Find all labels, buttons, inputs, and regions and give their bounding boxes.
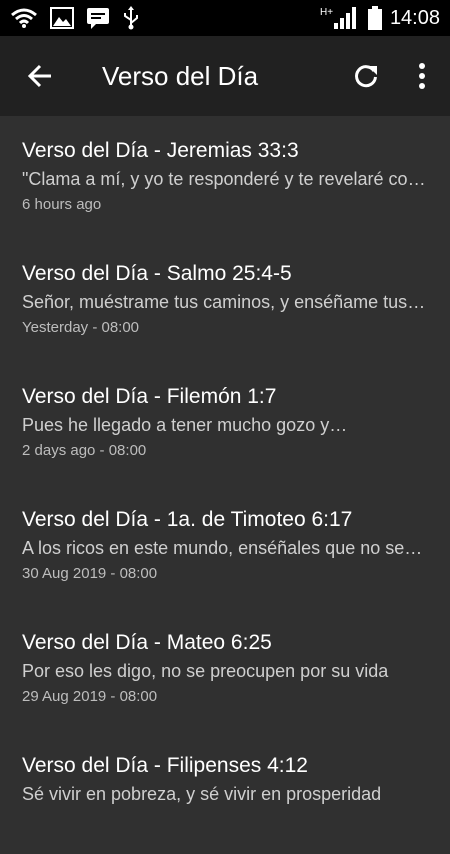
page-title: Verso del Día bbox=[102, 60, 259, 91]
app-bar: Verso del Día bbox=[0, 36, 450, 116]
verse-list: Verso del Día - Jeremias 33:3 "Clama a m… bbox=[0, 116, 450, 854]
wifi-icon bbox=[10, 7, 38, 29]
system-icons: H+ 14:08 bbox=[312, 5, 440, 31]
verse-title: Verso del Día - 1a. de Timoteo 6:17 bbox=[22, 508, 353, 531]
list-item[interactable]: Verso del Día - Filipenses 4:12 Sé vivir… bbox=[0, 731, 450, 854]
verse-time: 2 days ago - 08:00 bbox=[22, 442, 147, 459]
verse-snippet: Por eso les digo, no se preocupen por su… bbox=[22, 661, 389, 681]
verse-time: 29 Aug 2019 - 08:00 bbox=[22, 688, 158, 705]
back-arrow-icon bbox=[27, 64, 51, 88]
verse-time: 30 Aug 2019 - 08:00 bbox=[22, 565, 158, 582]
refresh-icon bbox=[355, 65, 377, 88]
verse-title: Verso del Día - Filipenses 4:12 bbox=[22, 754, 308, 777]
verse-time: Yesterday - 08:00 bbox=[22, 319, 140, 336]
verse-title: Verso del Día - Jeremias 33:3 bbox=[22, 139, 299, 162]
status-bar: H+ 14:08 bbox=[0, 0, 450, 36]
verse-title: Verso del Día - Salmo 25:4-5 bbox=[22, 262, 292, 285]
list-item[interactable]: Verso del Día - Salmo 25:4-5 Señor, mués… bbox=[0, 239, 450, 362]
clock: 14:08 bbox=[389, 6, 440, 29]
more-options-button[interactable] bbox=[394, 36, 450, 116]
verse-title: Verso del Día - Mateo 6:25 bbox=[22, 631, 272, 654]
verse-snippet: Señor, muéstrame tus caminos, y enséñame… bbox=[22, 292, 430, 312]
image-icon bbox=[50, 7, 74, 29]
list-item[interactable]: Verso del Día - Mateo 6:25 Por eso les d… bbox=[0, 608, 450, 731]
list-item[interactable]: Verso del Día - 1a. de Timoteo 6:17 A lo… bbox=[0, 485, 450, 608]
verse-time: 6 hours ago bbox=[22, 196, 102, 213]
network-type: H+ bbox=[320, 7, 333, 18]
message-icon bbox=[86, 7, 110, 29]
list-item[interactable]: Verso del Día - Filemón 1:7 Pues he lleg… bbox=[0, 362, 450, 485]
list-item[interactable]: Verso del Día - Jeremias 33:3 "Clama a m… bbox=[0, 116, 450, 239]
back-button[interactable] bbox=[0, 36, 80, 116]
verse-snippet: Pues he llegado a tener mucho gozo y… bbox=[22, 415, 348, 435]
notification-icons bbox=[10, 6, 152, 30]
verse-snippet: "Clama a mí, y yo te responderé y te rev… bbox=[22, 169, 430, 189]
usb-icon bbox=[122, 6, 140, 30]
verse-snippet: Sé vivir en pobreza, y sé vivir en prosp… bbox=[22, 784, 382, 804]
verse-snippet: A los ricos en este mundo, enséñales que… bbox=[22, 538, 430, 558]
signal-icon: H+ bbox=[320, 5, 360, 31]
battery-icon bbox=[367, 6, 382, 30]
more-vert-icon bbox=[419, 63, 425, 89]
verse-title: Verso del Día - Filemón 1:7 bbox=[22, 385, 277, 408]
refresh-button[interactable] bbox=[338, 36, 394, 116]
